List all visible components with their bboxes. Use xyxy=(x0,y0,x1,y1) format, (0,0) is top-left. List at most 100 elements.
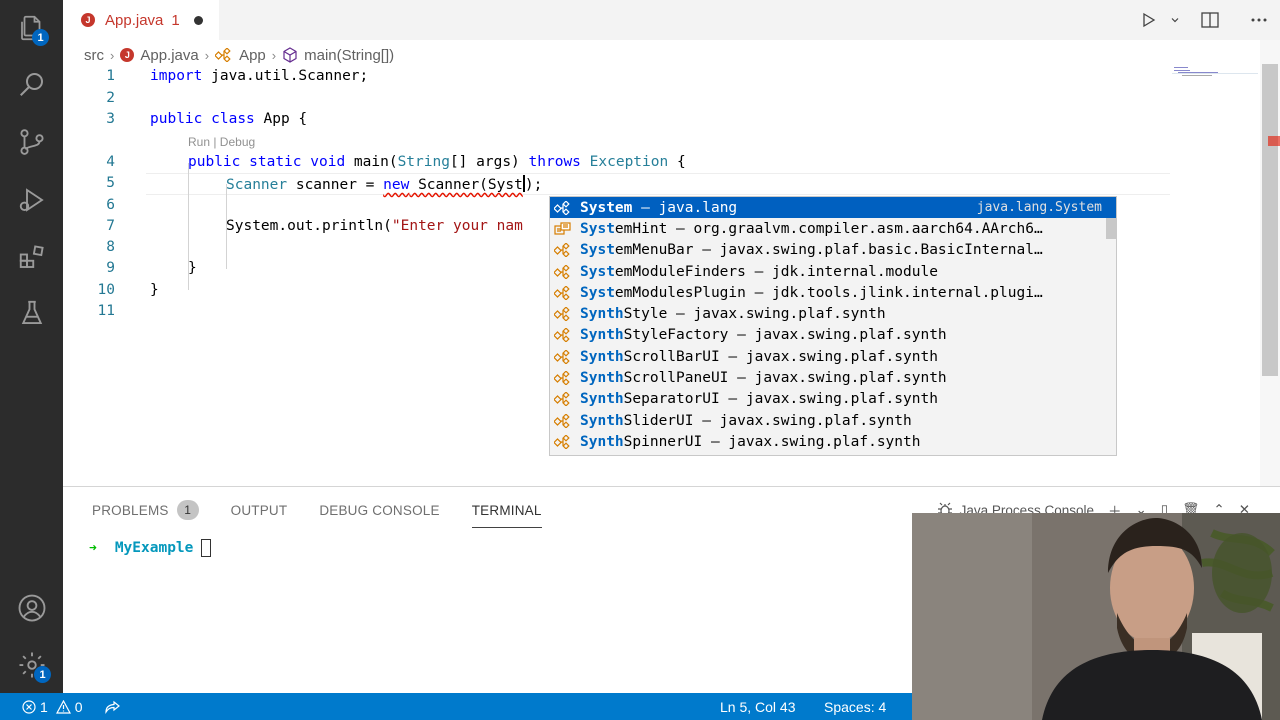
run-dropdown-chevron-icon[interactable] xyxy=(1168,15,1182,25)
tab-file-name: App.java xyxy=(105,11,164,29)
tab-problem-count: 1 xyxy=(171,11,180,29)
suggestion-item[interactable]: SystemHint – org.graalvm.compiler.asm.aa… xyxy=(550,218,1116,239)
tab-problems[interactable]: PROBLEMS 1 xyxy=(92,499,199,521)
scrollbar-thumb[interactable] xyxy=(1262,64,1278,376)
code-line-7: System.out.println("Enter your nam xyxy=(226,218,523,234)
minimap[interactable] xyxy=(1172,66,1258,80)
terminal-cursor xyxy=(201,539,212,557)
suggestion-item[interactable]: SynthStyleFactory – javax.swing.plaf.syn… xyxy=(550,325,1116,346)
editor-tab-bar: J App.java 1 xyxy=(63,0,1280,40)
code-line-10: } xyxy=(150,282,159,298)
line-number: 1 xyxy=(106,68,115,84)
extensions-icon[interactable] xyxy=(0,229,63,285)
account-icon[interactable] xyxy=(0,580,63,636)
breadcrumb-class[interactable]: App xyxy=(215,47,266,64)
suggestion-item[interactable]: SystemMenuBar – javax.swing.plaf.basic.B… xyxy=(550,240,1116,261)
breadcrumb-chevron-icon: › xyxy=(204,47,210,63)
line-number: 2 xyxy=(106,90,115,106)
problems-count-badge: 1 xyxy=(176,500,199,520)
class-symbol-icon xyxy=(215,48,231,62)
class-icon xyxy=(554,285,574,301)
panel-tabs: PROBLEMS 1 OUTPUT DEBUG CONSOLE TERMINAL xyxy=(92,499,574,529)
run-debug-icon[interactable] xyxy=(0,172,63,228)
error-icon xyxy=(22,699,36,714)
breadcrumb-file[interactable]: J App.java xyxy=(120,47,199,64)
line-number: 10 xyxy=(97,282,115,298)
breadcrumb-chevron-icon: › xyxy=(271,47,277,63)
class-icon xyxy=(554,327,574,343)
class-icon xyxy=(554,200,574,216)
breadcrumb-method[interactable]: main(String[]) xyxy=(282,47,394,64)
suggestion-item[interactable]: SystemModuleFinders – jdk.internal.modul… xyxy=(550,261,1116,282)
problems-status[interactable]: 1 0 xyxy=(22,699,83,715)
tab-app-java[interactable]: J App.java 1 xyxy=(63,0,219,40)
suggestion-detail: java.lang.System xyxy=(976,200,1102,216)
settings-badge: 1 xyxy=(34,666,51,683)
editor-actions xyxy=(1128,0,1280,40)
tab-debug-console[interactable]: DEBUG CONSOLE xyxy=(319,499,439,521)
code-line-5: Scanner scanner = new Scanner(Syst); xyxy=(226,175,543,193)
testing-icon[interactable] xyxy=(0,285,63,341)
breadcrumb-folder[interactable]: src xyxy=(84,47,104,64)
explorer-icon[interactable]: 1 xyxy=(0,0,63,56)
line-number: 6 xyxy=(106,197,115,213)
class-icon xyxy=(554,264,574,280)
unsaved-dot-icon[interactable] xyxy=(193,15,203,25)
code-line-3: public class App { xyxy=(150,111,308,127)
live-share-icon[interactable] xyxy=(104,700,121,714)
suggestion-item[interactable]: SynthStyle – javax.swing.plaf.synth xyxy=(550,303,1116,324)
more-actions-icon[interactable] xyxy=(1238,18,1280,22)
terminal-prompt[interactable]: ➜ MyExample xyxy=(89,539,212,557)
settings-gear-icon[interactable]: 1 xyxy=(0,637,63,693)
java-file-icon: J xyxy=(81,13,95,27)
java-file-icon: J xyxy=(120,48,135,62)
class-icon xyxy=(554,413,574,429)
breadcrumb: src › J App.java › App › main(String[]) xyxy=(84,44,394,66)
prompt-arrow-icon: ➜ xyxy=(89,540,97,556)
suggestion-item[interactable]: SynthScrollPaneUI – javax.swing.plaf.syn… xyxy=(550,367,1116,388)
prompt-directory: MyExample xyxy=(114,540,194,556)
enum-icon xyxy=(554,221,574,237)
class-icon xyxy=(554,306,574,322)
suggestion-item[interactable]: SynthSliderUI – javax.swing.plaf.synth xyxy=(550,410,1116,431)
status-bar: 1 0 Ln 5, Col 43 Spaces: 4 xyxy=(0,693,912,720)
line-number: 4 xyxy=(106,154,115,170)
line-number: 11 xyxy=(97,303,115,319)
activity-bar: 1 1 xyxy=(0,0,63,693)
class-icon xyxy=(554,349,574,365)
code-line-9: } xyxy=(188,260,197,276)
method-symbol-icon xyxy=(283,47,297,63)
warning-icon xyxy=(55,699,71,714)
vertical-scrollbar[interactable] xyxy=(1260,40,1280,486)
suggestion-item[interactable]: SynthScrollBarUI – javax.swing.plaf.synt… xyxy=(550,346,1116,367)
indentation-setting[interactable]: Spaces: 4 xyxy=(824,699,886,715)
autocomplete-suggestions[interactable]: System – java.lang java.lang.System Syst… xyxy=(549,196,1117,456)
line-number: 8 xyxy=(106,239,115,255)
class-icon xyxy=(554,242,574,258)
split-editor-icon[interactable] xyxy=(1182,12,1238,28)
search-icon[interactable] xyxy=(0,56,63,112)
webcam-overlay xyxy=(912,513,1280,720)
code-line-4: public static void main(String[] args) t… xyxy=(188,154,686,170)
tab-output[interactable]: OUTPUT xyxy=(231,499,288,521)
source-control-icon[interactable] xyxy=(0,114,63,170)
suggestion-item[interactable]: SystemModulesPlugin – jdk.tools.jlink.in… xyxy=(550,282,1116,303)
code-line-1: import java.util.Scanner; xyxy=(150,68,369,84)
class-icon xyxy=(554,370,574,386)
cursor-position[interactable]: Ln 5, Col 43 xyxy=(720,699,796,715)
suggestion-item[interactable]: System – java.lang java.lang.System xyxy=(550,197,1116,219)
breadcrumb-chevron-icon: › xyxy=(110,47,115,63)
explorer-badge: 1 xyxy=(32,29,49,46)
suggestion-item[interactable]: SynthSeparatorUI – javax.swing.plaf.synt… xyxy=(550,389,1116,410)
line-number: 3 xyxy=(106,111,115,127)
codelens-run-debug[interactable]: Run | Debug xyxy=(188,135,255,149)
class-icon xyxy=(554,434,574,450)
line-number: 5 xyxy=(106,175,115,191)
line-number: 7 xyxy=(106,218,115,234)
class-icon xyxy=(554,391,574,407)
tab-terminal[interactable]: TERMINAL xyxy=(471,499,542,528)
line-number: 9 xyxy=(106,260,115,276)
run-play-icon[interactable] xyxy=(1128,12,1168,28)
suggestion-item[interactable]: SynthSpinnerUI – javax.swing.plaf.synth xyxy=(550,431,1116,452)
error-marker xyxy=(1268,136,1280,146)
